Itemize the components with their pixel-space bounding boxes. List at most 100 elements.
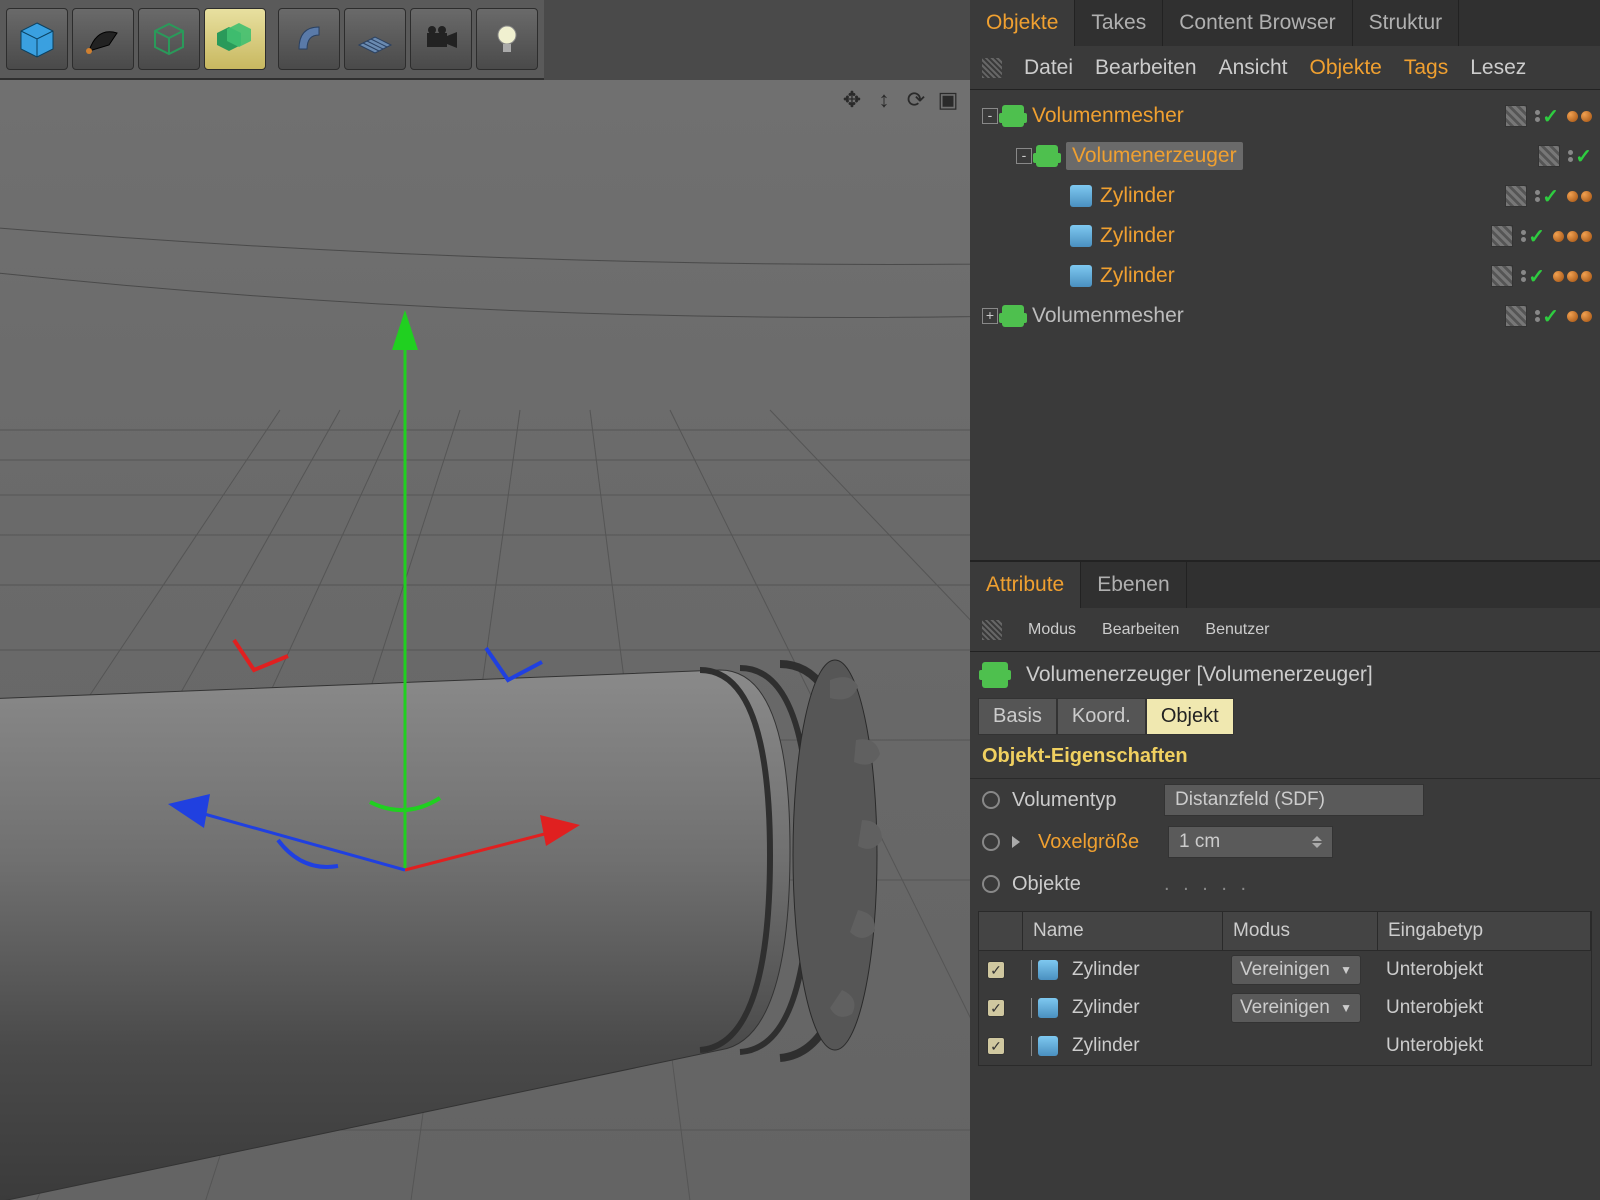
tree-expander-icon[interactable]: - — [1016, 148, 1032, 164]
ellipsis-icon: . . . . . — [1164, 873, 1250, 896]
tree-expander-icon[interactable]: - — [982, 108, 998, 124]
tag-icon[interactable] — [1553, 271, 1564, 282]
tree-node-label[interactable]: Zylinder — [1100, 224, 1175, 248]
prop-voxelgroesse: Voxelgröße 1 cm — [970, 821, 1600, 863]
menu-datei[interactable]: Datei — [1024, 56, 1073, 80]
layer-toggle-icon[interactable] — [1491, 265, 1513, 287]
table-row[interactable]: ✓ZylinderVereinigen▼Unterobjekt — [979, 989, 1591, 1027]
tree-expander-icon[interactable]: + — [982, 308, 998, 324]
volume-builder-icon — [982, 662, 1008, 688]
tree-node-label[interactable]: Zylinder — [1100, 184, 1175, 208]
object-hierarchy-tree[interactable]: -Volumenmesher✓-Volumenerzeuger✓Zylinder… — [970, 90, 1600, 560]
tab-struktur[interactable]: Struktur — [1353, 0, 1460, 46]
anim-toggle-icon[interactable] — [982, 791, 1000, 809]
layer-toggle-icon[interactable] — [1505, 305, 1527, 327]
tag-icon[interactable] — [1567, 191, 1578, 202]
pen-tool-button[interactable] — [72, 8, 134, 70]
row-checkbox[interactable]: ✓ — [987, 1037, 1005, 1055]
tree-node-label[interactable]: Zylinder — [1100, 264, 1175, 288]
anim-toggle-icon[interactable] — [982, 833, 1000, 851]
attr-menu-benutzer[interactable]: Benutzer — [1205, 621, 1269, 639]
tree-node[interactable]: Zylinder ✓ — [970, 216, 1600, 256]
tab-takes[interactable]: Takes — [1075, 0, 1163, 46]
stepper-icon[interactable] — [1312, 836, 1322, 848]
th-name[interactable]: Name — [1023, 912, 1223, 950]
menu-ansicht[interactable]: Ansicht — [1219, 56, 1288, 80]
visibility-check-icon[interactable]: ✓ — [1528, 224, 1545, 249]
menu-tags[interactable]: Tags — [1404, 56, 1448, 80]
row-object-name: Zylinder — [1072, 1035, 1140, 1057]
tag-icon[interactable] — [1567, 311, 1578, 322]
tag-icon[interactable] — [1581, 191, 1592, 202]
cylinder-icon — [1070, 265, 1092, 287]
instance-modifier-button[interactable] — [204, 8, 266, 70]
table-row[interactable]: ✓ZylinderUnterobjekt — [979, 1027, 1591, 1065]
mode-dropdown[interactable]: Vereinigen▼ — [1231, 993, 1361, 1023]
tab-ebenen[interactable]: Ebenen — [1081, 562, 1186, 608]
tree-node-label[interactable]: Volumenmesher — [1032, 304, 1184, 328]
object-manager-tabs: Objekte Takes Content Browser Struktur — [970, 0, 1600, 46]
visibility-check-icon[interactable]: ✓ — [1528, 264, 1545, 289]
subtab-objekt[interactable]: Objekt — [1146, 698, 1234, 735]
tag-icon[interactable] — [1567, 231, 1578, 242]
attr-menu-modus[interactable]: Modus — [1028, 621, 1076, 639]
layer-toggle-icon[interactable] — [1505, 105, 1527, 127]
table-row[interactable]: ✓ZylinderVereinigen▼Unterobjekt — [979, 951, 1591, 989]
tag-icon[interactable] — [1567, 111, 1578, 122]
row-checkbox[interactable]: ✓ — [987, 999, 1005, 1017]
tag-icon[interactable] — [1581, 311, 1592, 322]
visibility-check-icon[interactable]: ✓ — [1542, 104, 1559, 129]
tree-node-label[interactable]: Volumenmesher — [1032, 104, 1184, 128]
tab-content-browser[interactable]: Content Browser — [1163, 0, 1352, 46]
light-button[interactable] — [476, 8, 538, 70]
attr-menu-bearbeiten[interactable]: Bearbeiten — [1102, 621, 1179, 639]
menu-objekte[interactable]: Objekte — [1309, 56, 1381, 80]
panel-grip-icon[interactable] — [982, 58, 1002, 78]
cube-tool-button[interactable] — [6, 8, 68, 70]
tree-node[interactable]: + Volumenmesher ✓ — [970, 296, 1600, 336]
layer-toggle-icon[interactable] — [1491, 225, 1513, 247]
menu-lesezeichen[interactable]: Lesez — [1470, 56, 1526, 80]
input-voxelgroesse[interactable]: 1 cm — [1168, 826, 1333, 858]
prop-label-objekte: Objekte — [1012, 873, 1152, 896]
menu-bearbeiten[interactable]: Bearbeiten — [1095, 56, 1197, 80]
tab-attribute[interactable]: Attribute — [970, 562, 1081, 608]
dropdown-volumentyp[interactable]: Distanzfeld (SDF) — [1164, 784, 1424, 816]
tag-icon[interactable] — [1581, 111, 1592, 122]
tree-node-label[interactable]: Volumenerzeuger — [1066, 142, 1243, 170]
tree-node[interactable]: Zylinder ✓ — [970, 176, 1600, 216]
volume-icon — [1002, 105, 1024, 127]
tree-node[interactable]: - Volumenerzeuger ✓ — [970, 136, 1600, 176]
layer-toggle-icon[interactable] — [1538, 145, 1560, 167]
th-eingabetyp[interactable]: Eingabetyp — [1378, 912, 1591, 950]
tree-node[interactable]: Zylinder ✓ — [970, 256, 1600, 296]
wireframe-modifier-button[interactable] — [138, 8, 200, 70]
anim-toggle-icon[interactable] — [982, 875, 1000, 893]
row-input-type: Unterobjekt — [1378, 959, 1591, 981]
subtab-basis[interactable]: Basis — [978, 698, 1057, 735]
visibility-check-icon[interactable]: ✓ — [1542, 304, 1559, 329]
tab-objekte[interactable]: Objekte — [970, 0, 1075, 46]
tag-icon[interactable] — [1581, 231, 1592, 242]
subtab-koord[interactable]: Koord. — [1057, 698, 1146, 735]
expand-arrow-icon[interactable] — [1012, 836, 1020, 848]
layer-toggle-icon[interactable] — [1505, 185, 1527, 207]
tag-icon[interactable] — [1581, 271, 1592, 282]
tag-icon[interactable] — [1567, 271, 1578, 282]
visibility-check-icon[interactable]: ✓ — [1575, 144, 1592, 169]
camera-button[interactable] — [410, 8, 472, 70]
panel-grip-icon[interactable] — [982, 620, 1002, 640]
row-checkbox[interactable]: ✓ — [987, 961, 1005, 979]
mode-dropdown[interactable]: Vereinigen▼ — [1231, 955, 1361, 985]
th-modus[interactable]: Modus — [1223, 912, 1378, 950]
objects-table: Name Modus Eingabetyp ✓ Zylinder Vereinige… — [978, 911, 1592, 1066]
prop-volumentyp: Volumentyp Distanzfeld (SDF) — [970, 779, 1600, 821]
visibility-check-icon[interactable]: ✓ — [1542, 184, 1559, 209]
bend-deformer-button[interactable] — [278, 8, 340, 70]
tag-icon[interactable] — [1553, 231, 1564, 242]
viewport-perspective[interactable]: ✥ ↕ ⟳ ▣ — [0, 80, 970, 1200]
cylinder-icon — [1038, 998, 1058, 1018]
floor-plane-button[interactable] — [344, 8, 406, 70]
tree-node[interactable]: - Volumenmesher ✓ — [970, 96, 1600, 136]
row-input-type: Unterobjekt — [1378, 997, 1591, 1019]
